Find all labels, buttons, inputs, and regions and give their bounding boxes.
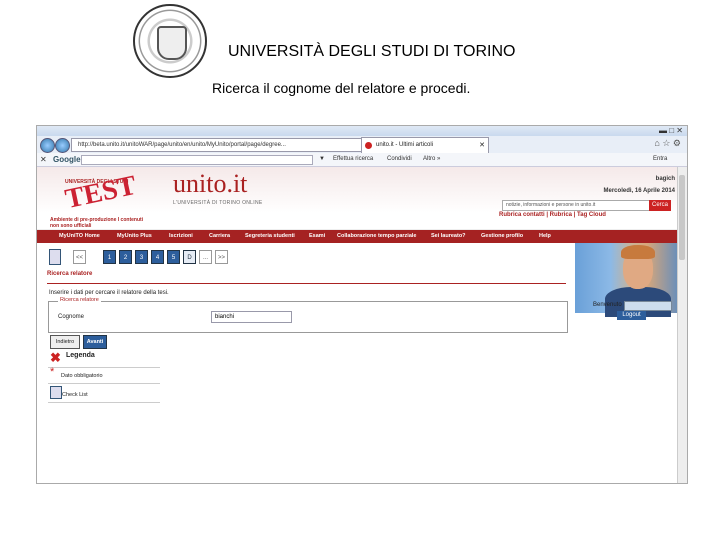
toolbar-item-1[interactable]: Condividi	[387, 153, 412, 166]
tab-label: unito.it - Ultimi articoli	[376, 142, 434, 148]
search-fieldset: Ricerca relatore Cognome bianchi	[48, 297, 568, 333]
university-seal-logo	[133, 4, 207, 78]
section-title: Ricerca relatore	[47, 271, 566, 284]
browser-tab[interactable]: unito.it - Ultimi articoli ✕	[361, 137, 489, 153]
user-name: bagich	[655, 176, 675, 182]
step-5[interactable]: 5	[167, 250, 180, 264]
search-button[interactable]: Cerca	[649, 200, 671, 211]
step-1[interactable]: 1	[103, 250, 116, 264]
step-current[interactable]: D	[183, 250, 196, 264]
test-stamp: TEST	[62, 169, 139, 216]
web-page: UNIVERSITÀ DEGLI STUDI TEST Ambiente di …	[37, 167, 677, 483]
legend-title: Legenda	[66, 352, 95, 359]
google-toolbar: ✕ Google ▼ Effettua ricerca Condividi Al…	[37, 153, 687, 167]
legend-row-mandatory: * Dato obbligatorio	[48, 366, 160, 384]
toolbar-signin[interactable]: Entra	[653, 153, 667, 166]
menu-item-carriera[interactable]: Carriera	[209, 230, 230, 243]
main-menu: MyUniTO Home MyUnito Plus Iscrizioni Car…	[37, 229, 677, 243]
cognome-input[interactable]: bianchi	[211, 311, 292, 323]
site-search-input[interactable]: notizie, informazioni e persone in unito…	[502, 200, 653, 211]
test-logo: UNIVERSITÀ DEGLI STUDI TEST	[49, 170, 139, 215]
close-tab-icon[interactable]: ✕	[479, 138, 485, 153]
step-3[interactable]: 3	[135, 250, 148, 264]
unito-logo[interactable]: unito.it	[173, 169, 247, 199]
home-star-gear-icons[interactable]: ⌂ ☆ ⚙	[654, 138, 681, 149]
scrollbar[interactable]	[677, 167, 687, 483]
toolbar-item-2[interactable]: Altro »	[423, 153, 440, 166]
menu-item-iscrizioni[interactable]: Iscrizioni	[169, 230, 193, 243]
address-bar-row: http://beta.unito.it/unitoWAR/page/unito…	[37, 136, 687, 154]
browser-screenshot: ▬ □ ✕ http://beta.unito.it/unitoWAR/page…	[36, 125, 688, 484]
back-arrow-icon[interactable]	[40, 138, 55, 153]
close-toolbar-icon[interactable]: ✕	[40, 153, 47, 166]
window-controls[interactable]: ▬ □ ✕	[659, 126, 683, 135]
step-2[interactable]: 2	[119, 250, 132, 264]
forward-arrow-icon[interactable]	[55, 138, 70, 153]
fieldset-legend: Ricerca relatore	[58, 297, 101, 303]
benvenuto-label: Benvenuto	[593, 302, 622, 308]
menu-item-myunito-home[interactable]: MyUniTO Home	[59, 230, 100, 243]
checklist-label: Check List	[62, 392, 88, 398]
menu-item-gestione-profilo[interactable]: Gestione profilo	[481, 230, 523, 243]
ambiente-notice: Ambiente di pre-produzione I contenuti n…	[50, 217, 144, 229]
favicon-icon	[365, 142, 372, 149]
menu-item-help[interactable]: Help	[539, 230, 551, 243]
instructions: Inserire i dati per cercare il relatore …	[49, 290, 169, 296]
slide-subtitle: Ricerca il cognome del relatore e proced…	[212, 80, 471, 96]
pin-icon: ✖	[50, 350, 61, 365]
current-date: Mercoledì, 16 Aprile 2014	[603, 188, 675, 194]
step-4[interactable]: 4	[151, 250, 164, 264]
url-input[interactable]: http://beta.unito.it/unitoWAR/page/unito…	[71, 138, 363, 152]
logout-button[interactable]: Logout	[617, 311, 646, 320]
window-titlebar: ▬ □ ✕	[37, 126, 687, 136]
top-links[interactable]: Rubrica contatti | Rubrica | Tag Cloud	[499, 212, 606, 218]
slide-title: UNIVERSITÀ DEGLI STUDI DI TORINO	[228, 43, 516, 60]
menu-item-collaborazione[interactable]: Collaborazione tempo parziale	[337, 230, 416, 243]
step-more[interactable]: ...	[199, 250, 212, 264]
site-header: UNIVERSITÀ DEGLI STUDI TEST Ambiente di …	[37, 167, 677, 243]
google-search-input[interactable]	[81, 155, 313, 165]
asterisk-icon: *	[50, 366, 55, 378]
legend-row-checklist[interactable]: Check List	[48, 384, 160, 403]
cognome-label: Cognome	[58, 314, 85, 320]
toolbar-item-0[interactable]: Effettua ricerca	[333, 153, 373, 166]
menu-item-segreteria[interactable]: Segreteria studenti	[245, 230, 295, 243]
document-icon	[49, 249, 61, 265]
google-search-button[interactable]: ▼	[319, 153, 325, 166]
user-name-field	[624, 301, 672, 311]
step-last[interactable]: >>	[215, 250, 228, 264]
menu-item-myunito-plus[interactable]: MyUnito Plus	[117, 230, 152, 243]
checklist-icon	[50, 386, 62, 399]
menu-item-esami[interactable]: Esami	[309, 230, 325, 243]
unito-logo-subtitle: L'UNIVERSITÀ DI TORINO ONLINE	[173, 200, 263, 206]
user-info: bagich Mercoledì, 16 Aprile 2014	[604, 173, 675, 197]
menu-item-laureato[interactable]: Sei laureato?	[431, 230, 466, 243]
google-logo: Google	[53, 155, 81, 164]
legend-header: ✖ Legenda	[48, 347, 160, 368]
mandatory-label: Dato obbligatorio	[61, 373, 103, 379]
step-first[interactable]: <<	[73, 250, 86, 264]
